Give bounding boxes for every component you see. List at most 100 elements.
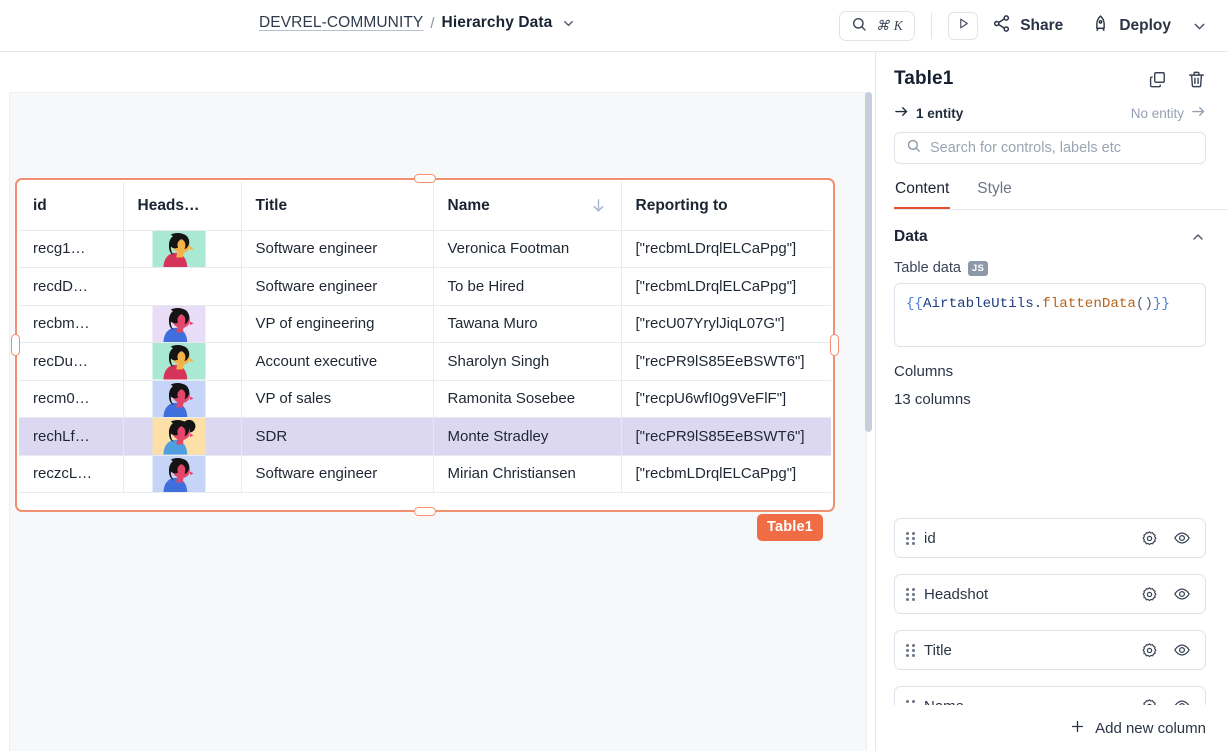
table-row[interactable]: recDu… Account executiveSharolyn Singh["r… bbox=[19, 343, 831, 381]
cell-name[interactable]: Monte Stradley bbox=[433, 418, 621, 456]
cell-headshot[interactable] bbox=[123, 418, 241, 456]
avatar-man-blue bbox=[150, 381, 208, 418]
column-header-name[interactable]: Name bbox=[433, 182, 621, 230]
tab-content[interactable]: Content bbox=[894, 180, 950, 209]
gear-icon[interactable] bbox=[1141, 530, 1158, 547]
breadcrumb-page[interactable]: Hierarchy Data bbox=[442, 14, 553, 32]
cell-headshot[interactable] bbox=[123, 343, 241, 381]
gear-icon[interactable] bbox=[1141, 586, 1158, 603]
field-label-text: Table data bbox=[894, 260, 961, 276]
table-row[interactable]: recbm… VP of engineeringTawana Muro["recU… bbox=[19, 305, 831, 343]
eye-icon[interactable] bbox=[1173, 529, 1191, 547]
cell-title[interactable]: Account executive bbox=[241, 343, 433, 381]
cell-id[interactable]: rechLf… bbox=[19, 418, 123, 456]
top-bar: DEVREL-COMMUNITY / Hierarchy Data ⌘ K bbox=[0, 0, 1228, 52]
panel-search-box[interactable] bbox=[894, 132, 1206, 164]
cell-reporting-to[interactable]: ["recPR9lS85EeBSWT6"] bbox=[621, 343, 831, 381]
resize-handle-bottom[interactable] bbox=[414, 507, 436, 516]
resize-handle-left[interactable] bbox=[11, 334, 20, 356]
cell-headshot[interactable] bbox=[123, 380, 241, 418]
cell-reporting-to[interactable]: ["recbmLDrqlELCaPpg"] bbox=[621, 230, 831, 268]
cell-id[interactable]: recDu… bbox=[19, 343, 123, 381]
cell-title[interactable]: SDR bbox=[241, 418, 433, 456]
breadcrumb-org[interactable]: DEVREL-COMMUNITY bbox=[259, 14, 423, 32]
column-list-item[interactable]: Headshot bbox=[894, 574, 1206, 614]
column-list-item[interactable]: id bbox=[894, 518, 1206, 558]
search-input[interactable] bbox=[930, 140, 1194, 156]
column-header-label: Name bbox=[448, 197, 490, 215]
cell-id[interactable]: recg1… bbox=[19, 230, 123, 268]
cell-headshot[interactable] bbox=[123, 305, 241, 343]
cell-name[interactable]: Mirian Christiansen bbox=[433, 455, 621, 493]
drag-handle-icon[interactable] bbox=[906, 588, 915, 601]
add-new-column-button[interactable]: Add new column bbox=[1069, 718, 1206, 739]
deploy-options-chevron-icon[interactable] bbox=[1185, 18, 1220, 35]
chevron-down-icon[interactable] bbox=[561, 16, 576, 31]
canvas-vertical-scrollbar[interactable] bbox=[865, 92, 872, 432]
cell-headshot[interactable] bbox=[123, 230, 241, 268]
avatar-man-peach bbox=[150, 418, 208, 455]
cell-headshot[interactable] bbox=[123, 455, 241, 493]
cell-title[interactable]: Software engineer bbox=[241, 268, 433, 306]
column-list-item[interactable]: Title bbox=[894, 630, 1206, 670]
data-section-title: Data bbox=[894, 228, 928, 246]
search-button[interactable]: ⌘ K bbox=[839, 11, 915, 41]
trash-icon[interactable] bbox=[1187, 70, 1206, 89]
preview-button[interactable] bbox=[948, 12, 978, 40]
table-row[interactable]: recg1… Software engineerVeronica Footman[… bbox=[19, 230, 831, 268]
eye-icon[interactable] bbox=[1173, 585, 1191, 603]
cell-title[interactable]: VP of engineering bbox=[241, 305, 433, 343]
cell-title[interactable]: Software engineer bbox=[241, 230, 433, 268]
cell-name[interactable]: Ramonita Sosebee bbox=[433, 380, 621, 418]
table-row[interactable]: recm0… VP of salesRamonita Sosebee["recpU… bbox=[19, 380, 831, 418]
code-object: AirtableUtils bbox=[923, 296, 1034, 312]
column-header-reporting-to[interactable]: Reporting to bbox=[621, 182, 831, 230]
cell-title[interactable]: VP of sales bbox=[241, 380, 433, 418]
chevron-up-icon[interactable] bbox=[1190, 229, 1206, 245]
table-row[interactable]: recdD… Software engineerTo be Hired["recb… bbox=[19, 268, 831, 306]
cell-id[interactable]: recm0… bbox=[19, 380, 123, 418]
code-parens: () bbox=[1136, 296, 1153, 312]
table-widget[interactable]: id Heads… Title Name bbox=[15, 178, 835, 512]
column-header-label: id bbox=[33, 197, 47, 214]
arrow-right-icon bbox=[1191, 104, 1206, 122]
next-entity-link[interactable]: No entity bbox=[1131, 104, 1206, 122]
cell-title[interactable]: Software engineer bbox=[241, 455, 433, 493]
column-header-headshot[interactable]: Heads… bbox=[123, 182, 241, 230]
sort-descending-icon[interactable] bbox=[590, 197, 607, 214]
eye-icon[interactable] bbox=[1173, 641, 1191, 659]
data-section-header[interactable]: Data bbox=[894, 228, 1206, 246]
cell-name[interactable]: Tawana Muro bbox=[433, 305, 621, 343]
tab-style[interactable]: Style bbox=[976, 180, 1012, 209]
code-open-brace: {{ bbox=[906, 296, 923, 312]
table-data-code-editor[interactable]: {{AirtableUtils.flattenData()}} bbox=[894, 283, 1206, 347]
cell-reporting-to[interactable]: ["recbmLDrqlELCaPpg"] bbox=[621, 268, 831, 306]
cell-reporting-to[interactable]: ["recbmLDrqlELCaPpg"] bbox=[621, 455, 831, 493]
share-button[interactable]: Share bbox=[978, 8, 1077, 44]
table-row[interactable]: reczcL… Software engineerMirian Christian… bbox=[19, 455, 831, 493]
cell-name[interactable]: Sharolyn Singh bbox=[433, 343, 621, 381]
resize-handle-top[interactable] bbox=[414, 174, 436, 183]
cell-reporting-to[interactable]: ["recU07YrylJiqL07G"] bbox=[621, 305, 831, 343]
drag-handle-icon[interactable] bbox=[906, 532, 915, 545]
cell-id[interactable]: recdD… bbox=[19, 268, 123, 306]
cell-name[interactable]: To be Hired bbox=[433, 268, 621, 306]
column-header-title[interactable]: Title bbox=[241, 182, 433, 230]
drag-handle-icon[interactable] bbox=[906, 644, 915, 657]
duplicate-icon[interactable] bbox=[1148, 70, 1167, 89]
widget-name-badge[interactable]: Table1 bbox=[757, 514, 823, 541]
cell-id[interactable]: reczcL… bbox=[19, 455, 123, 493]
column-header-id[interactable]: id bbox=[19, 182, 123, 230]
gear-icon[interactable] bbox=[1141, 642, 1158, 659]
cell-headshot[interactable] bbox=[123, 268, 241, 306]
cell-id[interactable]: recbm… bbox=[19, 305, 123, 343]
cell-reporting-to[interactable]: ["recpU6wfI0g9VeFlF"] bbox=[621, 380, 831, 418]
search-shortcut-label: ⌘ K bbox=[876, 18, 903, 34]
cell-name[interactable]: Veronica Footman bbox=[433, 230, 621, 268]
deploy-button[interactable]: Deploy bbox=[1077, 8, 1185, 44]
resize-handle-right[interactable] bbox=[830, 334, 839, 356]
table-row[interactable]: rechLf… SDRMonte Stradley["recPR9lS85EeBS… bbox=[19, 418, 831, 456]
cell-reporting-to[interactable]: ["recPR9lS85EeBSWT6"] bbox=[621, 418, 831, 456]
previous-entity-link[interactable]: 1 entity bbox=[894, 104, 963, 122]
entity-navigation-row: 1 entity No entity bbox=[894, 104, 1206, 122]
